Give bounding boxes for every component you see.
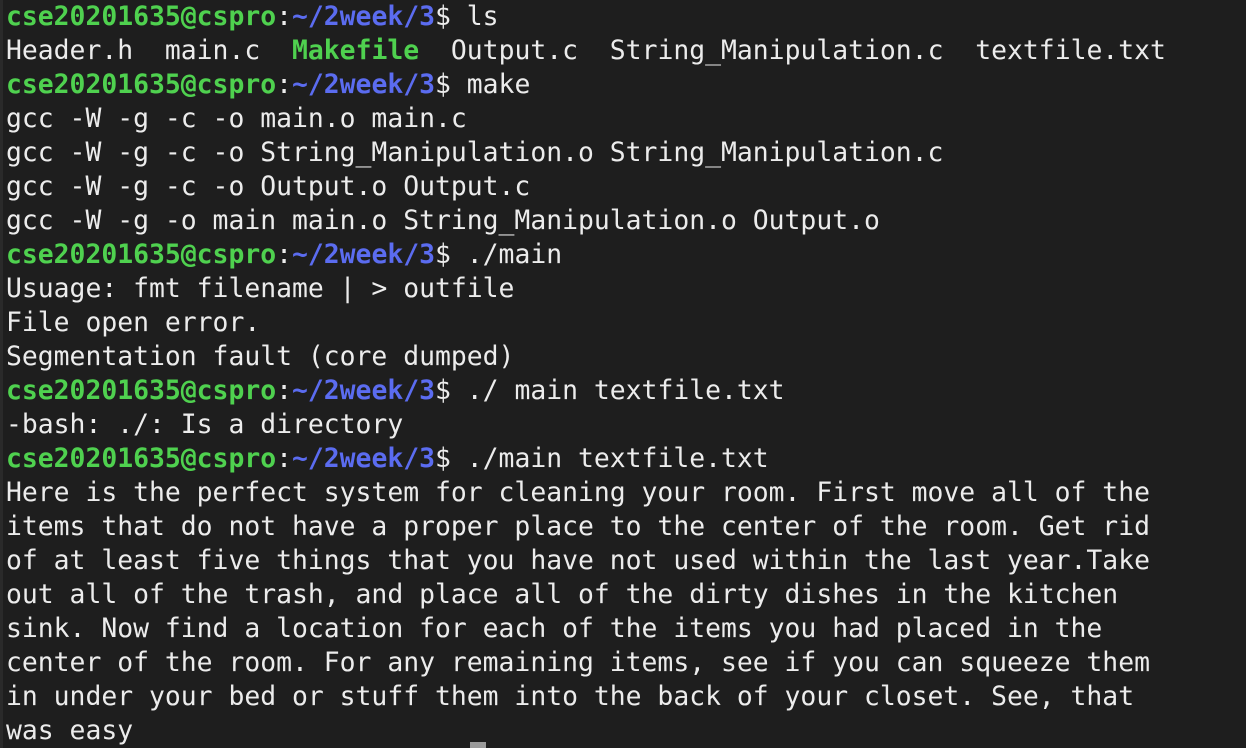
command-text: make [466, 69, 531, 100]
prompt-separator: : [276, 1, 292, 32]
output-line: center of the room. For any remaining it… [6, 647, 1150, 678]
command-text: ./main [466, 239, 563, 270]
prompt-line: cse20201635@cspro:~/2week/3$ ./main [6, 238, 1246, 272]
prompt-separator: : [276, 375, 292, 406]
prompt-symbol: $ [435, 375, 467, 406]
output-line: Usuage: fmt filename | > outfile [6, 273, 515, 304]
prompt-user-host: cse20201635@cspro [6, 375, 277, 406]
prompt-path: ~/2week/3 [292, 239, 435, 270]
prompt-path: ~/2week/3 [292, 1, 435, 32]
prompt-symbol: $ [435, 443, 467, 474]
prompt-path: ~/2week/3 [292, 443, 435, 474]
prompt-path: ~/2week/3 [292, 375, 435, 406]
prompt-user-host: cse20201635@cspro [6, 443, 277, 474]
prompt-symbol: $ [435, 69, 467, 100]
prompt-line: cse20201635@cspro:~/2week/3$ ls [6, 0, 1246, 34]
output-line: -bash: ./: Is a directory [6, 409, 404, 440]
prompt-user-host: cse20201635@cspro [6, 69, 277, 100]
file-entry: Output.c [450, 35, 579, 66]
output-line: Segmentation fault (core dumped) [6, 341, 515, 372]
prompt-user-host: cse20201635@cspro [6, 239, 277, 270]
text-cursor [470, 742, 486, 748]
prompt-separator: : [276, 443, 292, 474]
output-line: of at least five things that you have no… [6, 545, 1150, 576]
prompt-line: cse20201635@cspro:~/2week/3$ make [6, 68, 1246, 102]
output-line: out all of the trash, and place all of t… [6, 579, 1119, 610]
command-text: ls [466, 1, 499, 32]
prompt-line: cse20201635@cspro:~/2week/3$ ./ main tex… [6, 374, 1246, 408]
output-line: gcc -W -g -c -o String_Manipulation.o St… [6, 137, 944, 168]
output-line: File open error. [6, 307, 261, 338]
file-entry: main.c [164, 35, 261, 66]
output-line: items that do not have a proper place to… [6, 511, 1150, 542]
prompt-path: ~/2week/3 [292, 69, 435, 100]
prompt-symbol: $ [435, 239, 467, 270]
file-entry-executable: Makefile [292, 35, 420, 66]
command-text: ./ main textfile.txt [466, 375, 785, 406]
prompt-symbol: $ [435, 1, 467, 32]
file-entry: textfile.txt [975, 35, 1166, 66]
prompt-separator: : [276, 239, 292, 270]
output-line: was easy [6, 715, 134, 746]
prompt-line: cse20201635@cspro:~/2week/3$ ./main text… [6, 442, 1246, 476]
file-entry: String_Manipulation.c [609, 35, 944, 66]
file-entry: Header.h [6, 35, 134, 66]
window-left-edge [0, 0, 3, 748]
output-line: Here is the perfect system for cleaning … [6, 477, 1150, 508]
terminal-window[interactable]: cse20201635@cspro:~/2week/3$ ls Header.h… [0, 0, 1246, 748]
command-text: ./main textfile.txt [466, 443, 769, 474]
prompt-separator: : [276, 69, 292, 100]
ls-output-line: Header.h main.c Makefile Output.c String… [6, 34, 1246, 68]
prompt-user-host: cse20201635@cspro [6, 1, 277, 32]
output-line: sink. Now find a location for each of th… [6, 613, 1103, 644]
output-line: in under your bed or stuff them into the… [6, 681, 1135, 712]
output-line: gcc -W -g -o main main.o String_Manipula… [6, 205, 880, 236]
output-line: gcc -W -g -c -o main.o main.c [6, 103, 467, 134]
output-line: gcc -W -g -c -o Output.o Output.c [6, 171, 531, 202]
